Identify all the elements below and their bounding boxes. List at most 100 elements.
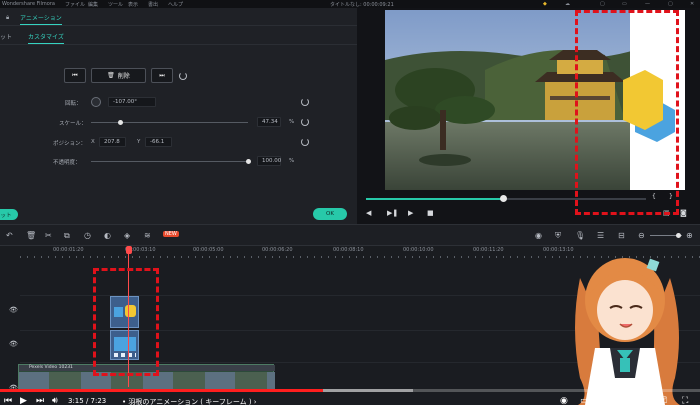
account-icon[interactable]: ▢	[600, 1, 605, 7]
scale-label: スケール：	[59, 121, 87, 127]
scale-unit: %	[289, 119, 295, 125]
youtube-progress-fill	[0, 389, 323, 392]
render-icon[interactable]: ◉	[535, 231, 542, 240]
close-icon[interactable]: ✕	[690, 1, 694, 7]
layout-icon[interactable]: ▭	[622, 1, 627, 7]
opacity-slider[interactable]	[91, 161, 248, 162]
yt-theater-icon[interactable]: ▭	[640, 396, 649, 405]
rotation-value: -107.00°	[113, 99, 137, 105]
premium-icon[interactable]: ◆	[543, 1, 547, 7]
speed-icon[interactable]: ◷	[84, 231, 91, 240]
ruler-label: 00:00:10:00	[403, 247, 434, 253]
stop-icon[interactable]: ■	[427, 209, 434, 217]
highlight-box-timeline	[93, 268, 159, 376]
ok-button-label: OK	[326, 211, 334, 217]
menu-export[interactable]: 書出	[148, 1, 158, 8]
ruler-label: 00:00:01:20	[53, 247, 84, 253]
project-title: タイトルなし: 00:00:09:21	[330, 2, 394, 8]
opacity-field[interactable]: 100.00	[257, 156, 281, 166]
tab-preset[interactable]: ット	[0, 32, 12, 41]
new-badge: NEW	[163, 231, 179, 237]
undo-icon[interactable]: ↶	[6, 231, 13, 240]
cut-icon[interactable]: ✂	[45, 231, 52, 240]
yt-time: 3:15 / 7:23	[68, 397, 107, 405]
yt-chapter[interactable]: • 羽根のアニメーション ( キーフレーム ) ›	[122, 397, 257, 405]
position-reset-icon[interactable]	[301, 138, 309, 146]
position-x-field[interactable]: 207.8	[99, 137, 126, 147]
track-visibility-icon[interactable]: 👁︎	[9, 306, 18, 314]
rotation-label: 回転：	[65, 101, 82, 107]
crop-icon[interactable]: ⧉	[64, 231, 70, 241]
highlight-box-preview	[575, 10, 679, 215]
opacity-unit: %	[289, 158, 295, 164]
position-y-field[interactable]: -66.1	[145, 137, 172, 147]
lock-icon[interactable]: 🔒︎	[6, 14, 9, 22]
ruler-label: 00:00:06:20	[262, 247, 293, 253]
rotation-reset-icon[interactable]	[301, 98, 309, 106]
youtube-buffer	[323, 389, 413, 392]
delete-label: 削除	[117, 73, 130, 80]
position-x-label: X	[91, 139, 95, 145]
tab-row-main: 🔒︎ アニメーション	[0, 8, 357, 26]
yt-fullscreen-icon[interactable]: ⛶	[682, 396, 688, 405]
snapshot-icon[interactable]: ◙	[680, 209, 687, 217]
menu-edit[interactable]: 編集	[88, 1, 98, 8]
color-icon[interactable]: ◐	[104, 231, 111, 240]
scale-value: 47.34	[262, 119, 278, 125]
audio-icon[interactable]: ≋	[144, 231, 151, 240]
yt-cc-icon[interactable]: ▭	[580, 396, 589, 405]
tab-custom[interactable]: カスタマイズ	[28, 32, 64, 44]
delete-keyframe-button[interactable]: 🗑︎ 削除	[91, 68, 146, 83]
prev-keyframe-button[interactable]: ⏮︎	[64, 68, 86, 83]
play-pause-icon[interactable]: ▶︎❚	[387, 209, 398, 217]
menu-tools[interactable]: ツール	[108, 1, 123, 8]
video-clip-label: Pexels Video 10231	[29, 365, 73, 370]
tab-row-sub: ット カスタマイズ	[0, 27, 357, 45]
scale-slider[interactable]	[91, 122, 248, 123]
yt-next-icon[interactable]: ⏭︎	[36, 396, 44, 405]
menu-view[interactable]: 表示	[128, 1, 138, 8]
next-keyframe-button[interactable]: ⏭︎	[151, 68, 173, 83]
ok-button[interactable]: OK	[313, 208, 347, 220]
track-visibility-icon[interactable]: 👁︎	[9, 340, 18, 348]
position-y-value: -66.1	[150, 139, 165, 145]
yt-play-icon[interactable]: ▶︎	[20, 396, 27, 405]
scale-reset-icon[interactable]	[301, 118, 309, 126]
trash-icon: 🗑︎	[107, 72, 115, 79]
playhead-handle[interactable]	[126, 246, 132, 254]
position-label: ポジション：	[53, 141, 87, 147]
reset-button-label: ット	[0, 212, 12, 219]
ruler-label: 00:00:05:00	[193, 247, 224, 253]
vtuber-avatar	[575, 258, 680, 405]
preview-progress-fill	[366, 198, 504, 200]
opacity-slider-knob[interactable]	[245, 159, 251, 164]
preview-progress-knob[interactable]	[499, 195, 507, 202]
menu-help[interactable]: ヘルプ	[168, 1, 183, 8]
yt-autoplay-icon[interactable]: ◉	[560, 396, 568, 405]
position-x-value: 207.8	[104, 139, 120, 145]
play-icon[interactable]: ▶︎	[408, 209, 413, 217]
yt-cast-icon[interactable]: ⎚	[660, 396, 667, 405]
rotation-field[interactable]: -107.00°	[108, 97, 156, 107]
reset-keyframe-icon[interactable]	[179, 72, 187, 80]
delete-icon[interactable]: 🗑︎	[26, 231, 36, 240]
opacity-label: 不透明度：	[53, 160, 81, 166]
maximize-icon[interactable]: ▢	[668, 1, 673, 7]
prev-frame-icon[interactable]: ◀︎	[366, 209, 371, 217]
position-y-label: Y	[137, 139, 141, 145]
yt-volume-icon[interactable]: 🔊︎	[52, 396, 58, 405]
tab-animation[interactable]: アニメーション	[20, 13, 62, 25]
opacity-value: 100.00	[262, 158, 282, 164]
menu-bar: Wondershare Filmora ファイル 編集 ツール 表示 書出 ヘル…	[0, 0, 700, 8]
keyframe-icon[interactable]: ◈	[124, 231, 130, 240]
yt-miniplayer-icon[interactable]: ▣	[620, 396, 629, 405]
cloud-icon[interactable]: ☁	[565, 1, 570, 7]
reset-button[interactable]: ット	[0, 209, 18, 220]
scale-field[interactable]: 47.34	[257, 117, 281, 127]
yt-skip-back-icon[interactable]: ⏮︎	[4, 396, 12, 405]
yt-settings-icon[interactable]: ⚙	[600, 396, 608, 405]
menu-file[interactable]: ファイル	[65, 1, 85, 8]
rotation-dial[interactable]	[91, 97, 101, 107]
app-title: Wondershare Filmora	[2, 1, 55, 7]
minimize-icon[interactable]: —	[645, 1, 650, 7]
